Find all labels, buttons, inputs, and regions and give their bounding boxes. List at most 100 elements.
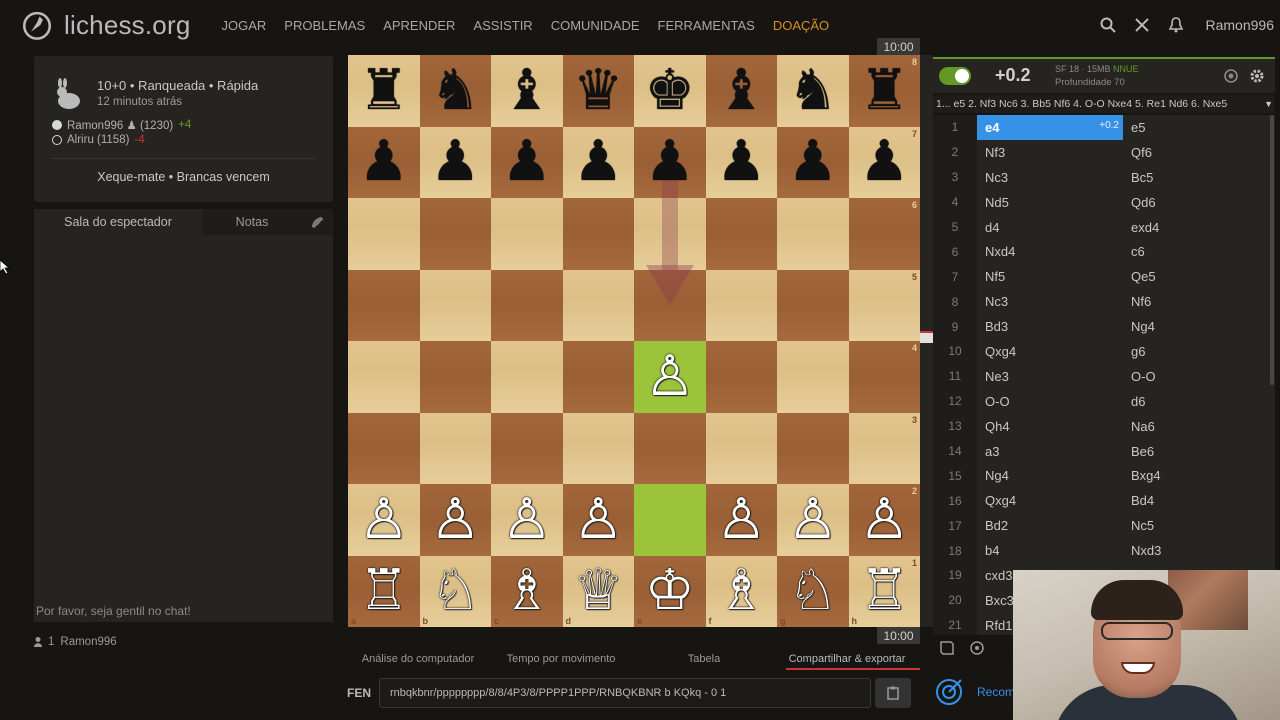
square-h5[interactable]: 5: [848, 269, 920, 341]
square-c5[interactable]: [491, 269, 563, 341]
piece-c1[interactable]: ♗: [502, 563, 552, 619]
user-menu[interactable]: Ramon996: [1206, 17, 1275, 33]
notifications-bell-icon[interactable]: [1168, 17, 1184, 33]
square-c4[interactable]: [491, 341, 563, 413]
tab-spectator-room[interactable]: Sala do espectador: [34, 209, 202, 235]
principal-variation[interactable]: 1... e5 2. Nf3 Nc6 3. Bb5 Nf6 4. O-O Nxe…: [933, 95, 1275, 113]
square-d8[interactable]: ♛: [562, 55, 634, 127]
square-h7[interactable]: ♟ 7: [848, 126, 920, 198]
square-h2[interactable]: ♙ 2: [848, 484, 920, 556]
white-move[interactable]: Bd2: [977, 513, 1123, 538]
piece-d1[interactable]: ♕: [573, 563, 623, 619]
fen-input[interactable]: rnbqkbnr/pppppppp/8/8/4P3/8/PPPP1PPP/RNB…: [379, 678, 871, 708]
white-move[interactable]: Nf5: [977, 264, 1123, 289]
white-move[interactable]: e4 +0.2: [977, 115, 1123, 140]
square-g7[interactable]: ♟: [777, 126, 849, 198]
piece-g1[interactable]: ♘: [788, 563, 838, 619]
white-move[interactable]: Nf3: [977, 140, 1123, 165]
black-move[interactable]: Bc5: [1123, 170, 1263, 185]
piece-h2[interactable]: ♙: [859, 491, 909, 548]
square-h1[interactable]: ♖ 1 h: [848, 555, 920, 627]
square-f7[interactable]: ♟: [705, 126, 777, 198]
square-g3[interactable]: [777, 412, 849, 484]
square-e1[interactable]: ♔ e: [634, 555, 706, 627]
square-f6[interactable]: [705, 198, 777, 270]
copy-fen-button[interactable]: [875, 678, 911, 708]
black-move[interactable]: Qd6: [1123, 195, 1263, 210]
tab-share-export[interactable]: Compartilhar & exportar: [774, 648, 920, 670]
square-h3[interactable]: 3: [848, 412, 920, 484]
piece-f2[interactable]: ♙: [716, 491, 766, 548]
black-move[interactable]: e5: [1123, 120, 1263, 135]
move-list-scrollbar[interactable]: [1270, 115, 1274, 385]
square-b8[interactable]: ♞: [419, 55, 491, 127]
black-move[interactable]: O-O: [1123, 369, 1263, 384]
square-f3[interactable]: [705, 412, 777, 484]
square-d5[interactable]: [562, 269, 634, 341]
piece-g8[interactable]: ♞: [788, 62, 838, 119]
black-move[interactable]: g6: [1123, 344, 1263, 359]
piece-h1[interactable]: ♖: [859, 563, 909, 619]
piece-h8[interactable]: ♜: [859, 62, 909, 119]
white-move[interactable]: Qh4: [977, 414, 1123, 439]
square-g6[interactable]: [777, 198, 849, 270]
piece-g2[interactable]: ♙: [788, 491, 838, 548]
square-g4[interactable]: [777, 341, 849, 413]
square-b5[interactable]: [419, 269, 491, 341]
white-move[interactable]: Qxg4: [977, 488, 1123, 513]
white-move[interactable]: a3: [977, 439, 1123, 464]
nav-watch[interactable]: ASSISTIR: [464, 18, 541, 33]
chat-input[interactable]: Por favor, seja gentil no chat!: [36, 604, 191, 618]
square-f1[interactable]: ♗ f: [705, 555, 777, 627]
nav-tools[interactable]: FERRAMENTAS: [649, 18, 764, 33]
square-a2[interactable]: ♙: [348, 484, 420, 556]
square-a1[interactable]: ♖ a: [348, 555, 420, 627]
piece-a2[interactable]: ♙: [359, 491, 409, 548]
piece-d8[interactable]: ♛: [573, 62, 623, 119]
white-player-name[interactable]: Ramon996 ♟ (1230): [67, 118, 173, 132]
square-c1[interactable]: ♗ c: [491, 555, 563, 627]
piece-c7[interactable]: ♟: [502, 134, 552, 190]
piece-f7[interactable]: ♟: [716, 134, 766, 190]
black-move[interactable]: Qf6: [1123, 145, 1263, 160]
piece-f1[interactable]: ♗: [716, 563, 766, 619]
piece-e7[interactable]: ♟: [645, 134, 695, 190]
square-a6[interactable]: [348, 198, 420, 270]
search-icon[interactable]: [1100, 17, 1116, 33]
square-d3[interactable]: [562, 412, 634, 484]
white-move[interactable]: b4: [977, 538, 1123, 563]
site-logo[interactable]: lichess.org: [20, 8, 190, 42]
white-move[interactable]: Ng4: [977, 463, 1123, 488]
piece-e1[interactable]: ♔: [645, 563, 695, 619]
black-player-name[interactable]: Alriru (1158): [67, 134, 129, 146]
gear-icon[interactable]: [1249, 68, 1265, 84]
square-a4[interactable]: [348, 341, 420, 413]
square-d1[interactable]: ♕ d: [562, 555, 634, 627]
challenge-swords-icon[interactable]: [1134, 17, 1150, 33]
square-e5[interactable]: [634, 269, 706, 341]
piece-c2[interactable]: ♙: [502, 491, 552, 548]
piece-c8[interactable]: ♝: [502, 62, 552, 119]
square-f8[interactable]: ♝: [705, 55, 777, 127]
white-move[interactable]: d4: [977, 215, 1123, 240]
piece-e8[interactable]: ♚: [645, 62, 695, 119]
square-e3[interactable]: [634, 412, 706, 484]
engine-toggle[interactable]: [939, 67, 971, 85]
black-move[interactable]: c6: [1123, 244, 1263, 259]
piece-b1[interactable]: ♘: [430, 563, 480, 619]
square-c2[interactable]: ♙: [491, 484, 563, 556]
nav-learn[interactable]: APRENDER: [374, 18, 464, 33]
white-move[interactable]: Nc3: [977, 165, 1123, 190]
square-a7[interactable]: ♟: [348, 126, 420, 198]
tab-crosstable[interactable]: Tabela: [634, 648, 774, 670]
chess-board[interactable]: ♜ ♞ ♝ ♛ ♚ ♝ ♞ ♜ 8 ♟ ♟ ♟ ♟ ♟ ♟ ♟ ♟ 7 6 5 ♙ 4 3 ♙ ♙ ♙ ♙ ♙ ♙ ♙ 2 ♖ a ♘ b ♗ c ♕ d ♔…: [348, 55, 920, 627]
black-move[interactable]: d6: [1123, 394, 1263, 409]
piece-d2[interactable]: ♙: [573, 491, 623, 548]
piece-b8[interactable]: ♞: [430, 62, 480, 119]
white-move[interactable]: Nd5: [977, 190, 1123, 215]
white-move[interactable]: O-O: [977, 389, 1123, 414]
black-move[interactable]: Be6: [1123, 444, 1263, 459]
nav-donate[interactable]: DOAÇÃO: [764, 18, 838, 33]
square-c6[interactable]: [491, 198, 563, 270]
tab-computer-analysis[interactable]: Análise do computador: [348, 648, 488, 670]
